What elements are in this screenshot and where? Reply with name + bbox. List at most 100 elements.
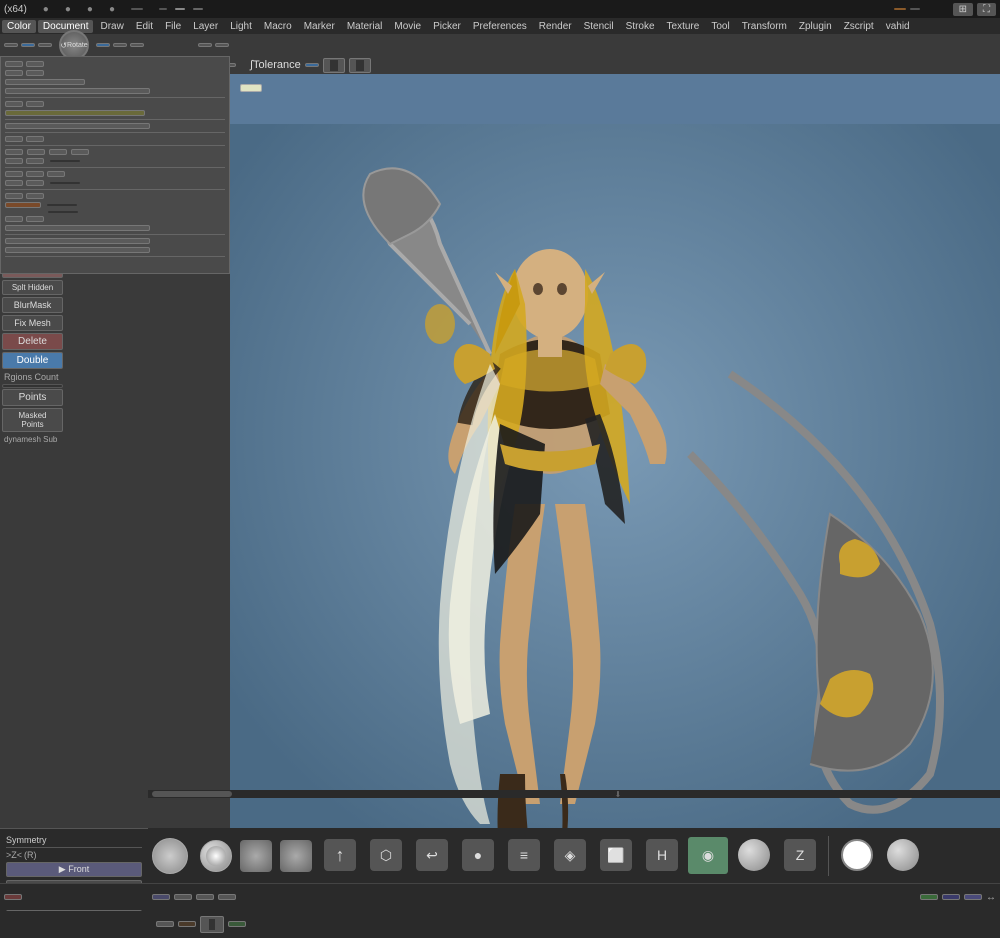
zoom-doc-val[interactable] xyxy=(50,160,80,162)
menu-material[interactable]: Material xyxy=(342,20,388,33)
menu-file[interactable]: File xyxy=(160,20,186,33)
rgb-btn[interactable] xyxy=(21,43,35,47)
menu-vahid[interactable]: vahid xyxy=(881,20,915,33)
export-screen-grab-btn[interactable] xyxy=(5,110,145,116)
lazy-mouse-btn[interactable] xyxy=(152,894,170,900)
back-btn[interactable] xyxy=(5,171,23,177)
menu-macro[interactable]: Macro xyxy=(259,20,297,33)
grease-val[interactable] xyxy=(910,8,920,10)
fullscreen-icon[interactable]: ⛶ xyxy=(977,3,996,16)
pro-btn[interactable] xyxy=(5,202,41,208)
lazy-step1-btn[interactable] xyxy=(174,894,192,900)
tool-trimdynamic[interactable]: ⬜ xyxy=(596,837,636,874)
menu-tool[interactable]: Tool xyxy=(706,20,734,33)
points-btn[interactable]: Points xyxy=(2,389,63,406)
curve-multi-tube-icon[interactable] xyxy=(152,838,188,874)
group-masked-btn[interactable] xyxy=(5,225,150,231)
zadd-btn[interactable] xyxy=(96,43,110,47)
menu-draw[interactable]: Draw xyxy=(95,20,128,33)
viewport-scrollbar-h[interactable]: ⬇ xyxy=(148,790,1000,798)
zapplink-btn[interactable] xyxy=(5,79,85,85)
scroll-btn[interactable] xyxy=(5,149,23,155)
delete-depth-btn[interactable] xyxy=(5,247,150,253)
actual-btn[interactable] xyxy=(49,149,67,155)
uncrease-all-btn[interactable] xyxy=(305,63,319,67)
revert-btn[interactable] xyxy=(5,70,23,76)
resize-btn[interactable] xyxy=(26,216,44,222)
fix-mesh-btn[interactable]: Fix Mesh xyxy=(2,315,63,331)
out-btn[interactable] xyxy=(26,158,44,164)
store-mt-btn[interactable] xyxy=(228,921,246,927)
menu-color[interactable]: Color xyxy=(2,20,36,33)
loop-btn[interactable] xyxy=(5,216,23,222)
tool-zmodeler[interactable]: Z xyxy=(780,837,820,874)
append-btn[interactable] xyxy=(920,894,938,900)
quicksave-button[interactable] xyxy=(131,8,143,10)
menus-button[interactable] xyxy=(175,8,185,10)
regions-count-val[interactable] xyxy=(2,384,63,388)
roll-dist-btn[interactable] xyxy=(200,916,224,933)
close-holes-btn[interactable] xyxy=(178,921,196,927)
grease-pg-btn[interactable] xyxy=(198,43,212,47)
tool-pinch[interactable]: ◈ xyxy=(550,837,590,874)
tool-matcap-gray1[interactable] xyxy=(734,837,774,874)
half-btn[interactable] xyxy=(5,193,23,199)
menu-render[interactable]: Render xyxy=(534,20,577,33)
border-btn[interactable] xyxy=(26,171,44,177)
zcut-btn[interactable] xyxy=(130,43,144,47)
menu-picker[interactable]: Picker xyxy=(428,20,466,33)
tool-matcap-gray2[interactable] xyxy=(883,837,923,874)
menu-movie[interactable]: Movie xyxy=(389,20,426,33)
menu-stencil[interactable]: Stencil xyxy=(579,20,619,33)
menu-texture[interactable]: Texture xyxy=(662,20,705,33)
polish-features-btn[interactable] xyxy=(156,921,174,927)
import-btn[interactable] xyxy=(5,101,23,107)
menu-layer[interactable]: Layer xyxy=(188,20,223,33)
range-doc-btn[interactable] xyxy=(5,180,23,186)
topological-btn[interactable] xyxy=(215,43,229,47)
store-depth-btn[interactable] xyxy=(5,238,150,244)
export-btn[interactable] xyxy=(26,101,44,107)
m-btn[interactable] xyxy=(38,43,52,47)
aahalf-btn[interactable] xyxy=(71,149,89,155)
lightbox-docs-btn[interactable] xyxy=(5,88,150,94)
sk-carve-icon[interactable] xyxy=(240,840,272,872)
masked-points-btn[interactable]: Masked Points xyxy=(2,408,63,432)
rate-doc-val[interactable] xyxy=(50,182,80,184)
open-btn[interactable] xyxy=(5,61,23,67)
tool-snakehook[interactable]: ↩ xyxy=(412,837,452,874)
menu-preferences[interactable]: Preferences xyxy=(468,20,532,33)
seethrough-val[interactable] xyxy=(159,8,167,10)
tool-flat-color[interactable] xyxy=(837,837,877,874)
tool-claytubes[interactable]: ≡ xyxy=(504,837,544,874)
tool-hpo[interactable]: H xyxy=(642,837,682,874)
menu-light[interactable]: Light xyxy=(225,20,257,33)
double-btn[interactable] xyxy=(26,193,44,199)
menu-transform[interactable]: Transform xyxy=(737,20,792,33)
sk-clayfill-icon[interactable] xyxy=(280,840,312,872)
mrgb-btn[interactable] xyxy=(4,43,18,47)
menu-zscript[interactable]: Zscript xyxy=(839,20,879,33)
mirror-weld-btn[interactable] xyxy=(964,894,982,900)
zsub-btn[interactable] xyxy=(113,43,127,47)
tool-skinshaded[interactable]: ◉ xyxy=(688,837,728,874)
menu-marker[interactable]: Marker xyxy=(299,20,340,33)
double-left-btn[interactable]: Double xyxy=(2,352,63,369)
front-btn[interactable]: ▶ Front xyxy=(6,862,142,877)
delete-btn[interactable]: Delete xyxy=(2,333,63,350)
save-btn[interactable] xyxy=(26,61,44,67)
wsize-btn[interactable] xyxy=(26,136,44,142)
mirror-btn[interactable] xyxy=(942,894,960,900)
tool-topologz[interactable]: ⬡ xyxy=(366,837,406,874)
tool-claybuildup[interactable]: ● xyxy=(458,837,498,874)
menu-zplugin[interactable]: Zplugin xyxy=(794,20,837,33)
split-hidden-btn[interactable]: Splt Hidden xyxy=(2,280,63,295)
smooth-btn[interactable] xyxy=(349,58,371,73)
lazy-step2-btn[interactable] xyxy=(196,894,214,900)
height-doc-val[interactable] xyxy=(48,211,78,213)
width-doc-val[interactable] xyxy=(47,204,77,206)
new-doc-btn[interactable] xyxy=(5,136,23,142)
blur-mask-btn2[interactable]: BlurMask xyxy=(2,297,63,313)
clear-bottom-btn[interactable] xyxy=(4,894,22,900)
win-icon[interactable]: ⊞ xyxy=(953,3,973,16)
